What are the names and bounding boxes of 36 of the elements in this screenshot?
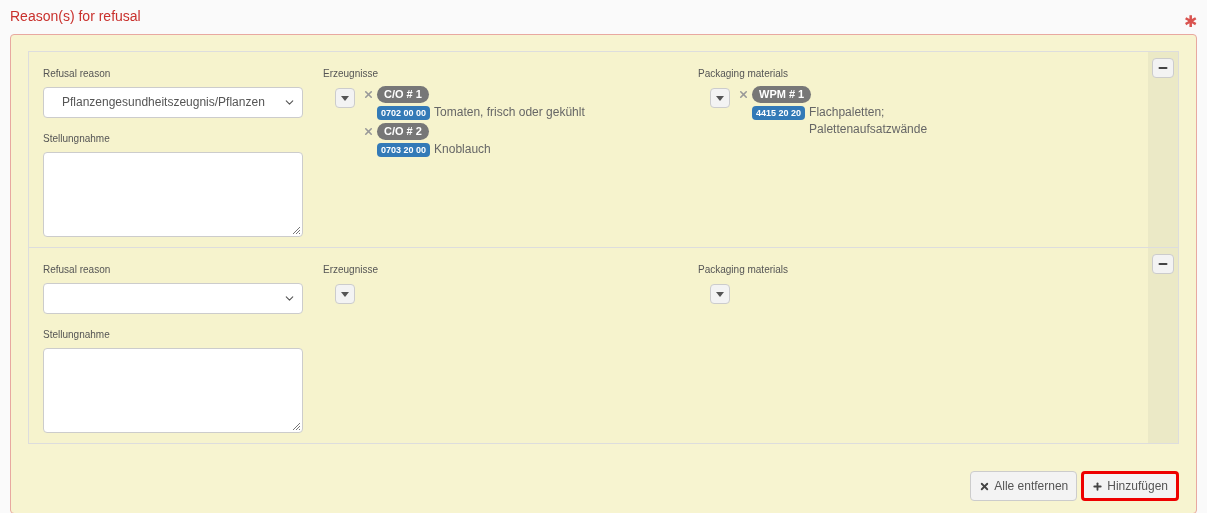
tag-pill: C/O # 2: [377, 123, 429, 140]
dropdown-toggle[interactable]: [710, 284, 730, 304]
refusal-reason-select[interactable]: Pflanzengesundheitszeugnis/Pflanzen: [43, 87, 303, 118]
field-label: Packaging materials: [698, 263, 790, 277]
resize-handle-icon: [291, 225, 301, 235]
field-label: Refusal reason: [43, 67, 112, 81]
item-description: Flachpaletten; Palettenaufsatzwände: [809, 104, 929, 138]
field-label: Stellungnahme: [43, 131, 111, 146]
field-label: Refusal reason: [43, 263, 112, 277]
field-label: Erzeugnisse: [323, 67, 380, 81]
remove-row-button[interactable]: [1152, 254, 1174, 274]
field-label: Packaging materials: [698, 67, 790, 81]
action-button[interactable]: Hinzufügen: [1081, 471, 1179, 501]
field-label: Stellungnahme: [43, 327, 111, 342]
code-badge: 0703 20 00: [377, 143, 431, 157]
section-title: Reason(s) for refusal: [10, 7, 141, 26]
dropdown-toggle[interactable]: [335, 88, 355, 108]
resize-handle-icon: [291, 421, 301, 431]
code-badge: 0702 00 00: [377, 106, 431, 120]
dropdown-toggle[interactable]: [335, 284, 355, 304]
caret-icon: [341, 291, 349, 297]
caret-icon: [716, 291, 724, 297]
code-badge: 4415 20 20: [752, 106, 806, 120]
remove-row-button[interactable]: [1152, 58, 1174, 78]
caret-icon: [341, 95, 349, 101]
x-icon: [979, 480, 991, 492]
field-label: Erzeugnisse: [323, 263, 380, 277]
item-description: Tomaten, frisch oder gekühlt: [434, 104, 585, 121]
caret-icon: [716, 95, 724, 101]
tag-pill: WPM # 1: [752, 86, 812, 103]
dropdown-toggle[interactable]: [710, 88, 730, 108]
required-mark: ✱: [1184, 12, 1197, 32]
tag-pill: C/O # 1: [377, 86, 429, 103]
action-button[interactable]: Alle entfernen: [970, 471, 1078, 501]
item-description: Knoblauch: [434, 141, 491, 158]
plus-icon: [1092, 480, 1104, 492]
